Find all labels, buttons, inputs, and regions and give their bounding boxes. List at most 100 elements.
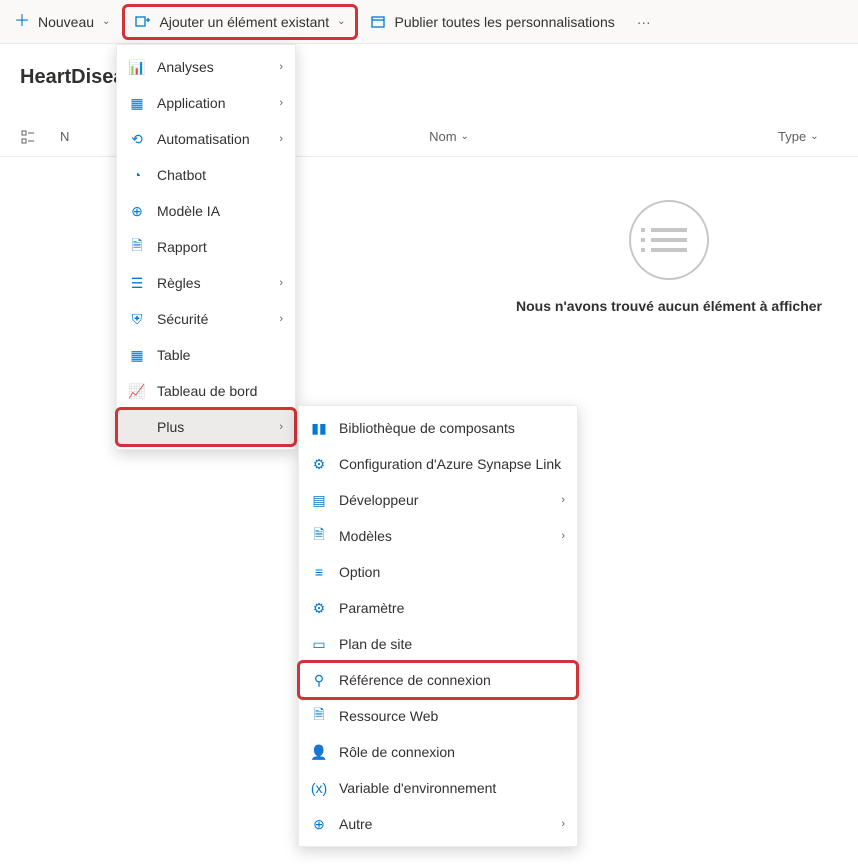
ellipsis-icon: ···: [637, 14, 651, 30]
add-existing-label: Ajouter un élément existant: [159, 14, 329, 30]
menu2-item-variable-d-environnement[interactable]: (x) Variable d'environnement: [299, 770, 577, 806]
menu2-item-ressource-web[interactable]: 🗎 Ressource Web: [299, 698, 577, 734]
param-tre-icon: ⚙: [311, 600, 327, 616]
chevron-right-icon: ›: [561, 818, 565, 830]
menu-item-label: Variable d'environnement: [339, 780, 565, 796]
plus-icon: [129, 419, 145, 435]
menu-item-label: Modèle IA: [157, 203, 283, 219]
menu-item-label: Rôle de connexion: [339, 744, 565, 760]
r-gles-icon: ☰: [129, 275, 145, 291]
toolbar: ＋ Nouveau ⌄ Ajouter un élément existant …: [0, 0, 858, 44]
menu1-item-analyses[interactable]: 📊 Analyses ›: [117, 49, 295, 85]
empty-message: Nous n'avons trouvé aucun élément à affi…: [480, 298, 858, 314]
menu2-item-plan-de-site[interactable]: ▭ Plan de site: [299, 626, 577, 662]
menu2-item-r-f-rence-de-connexion[interactable]: ⚲ Référence de connexion: [299, 662, 577, 698]
chevron-right-icon: ›: [279, 421, 283, 433]
more-button[interactable]: ···: [627, 4, 661, 40]
empty-state: Nous n'avons trouvé aucun élément à affi…: [480, 200, 858, 314]
chevron-right-icon: ›: [279, 61, 283, 73]
col-name-short[interactable]: N: [60, 129, 120, 144]
automatisation-icon: ⟲: [129, 131, 145, 147]
menu-item-label: Référence de connexion: [339, 672, 565, 688]
publish-all-label: Publier toutes les personnalisations: [394, 14, 614, 30]
chevron-right-icon: ›: [279, 313, 283, 325]
application-icon: ▦: [129, 95, 145, 111]
menu-item-label: Développeur: [339, 492, 549, 508]
menu1-item-rapport[interactable]: 🗎 Rapport: [117, 229, 295, 265]
add-existing-menu: 📊 Analyses › ▦ Application › ⟲ Automatisation › ◔…: [116, 44, 296, 450]
option-icon: ≡: [311, 564, 327, 580]
menu2-item-option[interactable]: ≡ Option: [299, 554, 577, 590]
menu-item-label: Application: [157, 95, 267, 111]
chevron-down-icon: ⌄: [461, 131, 469, 142]
menu-item-label: Configuration d'Azure Synapse Link: [339, 456, 565, 472]
menu-item-label: Plan de site: [339, 636, 565, 652]
menu-item-label: Paramètre: [339, 600, 565, 616]
chatbot-icon: ◔: [129, 167, 145, 183]
menu-item-label: Tableau de bord: [157, 383, 283, 399]
menu-item-label: Autre: [339, 816, 549, 832]
chevron-right-icon: ›: [561, 530, 565, 542]
chevron-right-icon: ›: [561, 494, 565, 506]
menu-item-label: Rapport: [157, 239, 283, 255]
publish-all-button[interactable]: Publier toutes les personnalisations: [360, 4, 624, 40]
analyses-icon: 📊: [129, 59, 145, 75]
menu-item-label: Modèles: [339, 528, 549, 544]
chevron-down-icon: ⌄: [810, 131, 818, 142]
add-existing-icon: [135, 14, 151, 30]
col-type[interactable]: Type ⌄: [778, 129, 858, 144]
publish-icon: [370, 14, 386, 30]
menu2-item-biblioth-que-de-composants[interactable]: ▮▮Bibliothèque de composants: [299, 410, 577, 446]
chevron-right-icon: ›: [279, 97, 283, 109]
configuration-d-azure-synapse-link-icon: ⚙: [311, 456, 327, 472]
menu2-item-mod-les[interactable]: 🗎 Modèles ›: [299, 518, 577, 554]
menu2-item-configuration-d-azure-synapse-link[interactable]: ⚙ Configuration d'Azure Synapse Link: [299, 446, 577, 482]
menu1-item-mod-le-ia[interactable]: ⊕ Modèle IA: [117, 193, 295, 229]
menu1-item-plus[interactable]: Plus ›: [117, 409, 295, 445]
plus-submenu: ▮▮Bibliothèque de composants ⚙ Configurati…: [298, 405, 578, 847]
rapport-icon: 🗎: [129, 239, 145, 255]
d-veloppeur-icon: ▤: [311, 492, 327, 508]
menu-item-label: Option: [339, 564, 565, 580]
menu2-item-autre[interactable]: ⊕ Autre ›: [299, 806, 577, 842]
menu-item-label: Bibliothèque de composants: [339, 420, 565, 436]
menu1-item-s-curit[interactable]: ⛨ Sécurité ›: [117, 301, 295, 337]
menu1-item-r-gles[interactable]: ☰Règles›: [117, 265, 295, 301]
menu1-item-automatisation[interactable]: ⟲ Automatisation ›: [117, 121, 295, 157]
menu1-item-tableau-de-bord[interactable]: 📈 Tableau de bord: [117, 373, 295, 409]
menu2-item-r-le-de-connexion[interactable]: 👤 Rôle de connexion: [299, 734, 577, 770]
menu2-item-param-tre[interactable]: ⚙ Paramètre: [299, 590, 577, 626]
chevron-down-icon: ⌄: [337, 16, 345, 27]
tableau-de-bord-icon: 📈: [129, 383, 145, 399]
plus-icon: ＋: [14, 14, 30, 30]
add-existing-button[interactable]: Ajouter un élément existant ⌄: [122, 4, 358, 40]
chevron-right-icon: ›: [279, 133, 283, 145]
menu2-item-d-veloppeur[interactable]: ▤ Développeur ›: [299, 482, 577, 518]
menu-item-label: Sécurité: [157, 311, 267, 327]
empty-list-icon: [629, 200, 709, 280]
autre-icon: ⊕: [311, 816, 327, 832]
plan-de-site-icon: ▭: [311, 636, 327, 652]
menu-item-label: Analyses: [157, 59, 267, 75]
chevron-down-icon: ⌄: [102, 16, 110, 27]
s-curit-icon: ⛨: [129, 311, 145, 327]
r-f-rence-de-connexion-icon: ⚲: [311, 672, 327, 688]
new-label: Nouveau: [38, 14, 94, 30]
menu-item-label: Automatisation: [157, 131, 267, 147]
menu-item-label: Table: [157, 347, 283, 363]
ressource-web-icon: 🗎: [311, 708, 327, 724]
menu-item-label: Ressource Web: [339, 708, 565, 724]
menu1-item-chatbot[interactable]: ◔ Chatbot: [117, 157, 295, 193]
menu1-item-application[interactable]: ▦ Application ›: [117, 85, 295, 121]
table-icon: ▦: [129, 347, 145, 363]
menu-item-label: Plus: [157, 419, 267, 435]
new-button[interactable]: ＋ Nouveau ⌄: [4, 4, 120, 40]
menu-item-label: Règles: [157, 275, 267, 291]
mod-les-icon: 🗎: [311, 528, 327, 544]
variable-d-environnement-icon: (x): [311, 780, 327, 796]
menu-item-label: Chatbot: [157, 167, 283, 183]
row-selector-icon[interactable]: [0, 129, 60, 145]
r-le-de-connexion-icon: 👤: [311, 744, 327, 760]
mod-le-ia-icon: ⊕: [129, 203, 145, 219]
menu1-item-table[interactable]: ▦ Table: [117, 337, 295, 373]
